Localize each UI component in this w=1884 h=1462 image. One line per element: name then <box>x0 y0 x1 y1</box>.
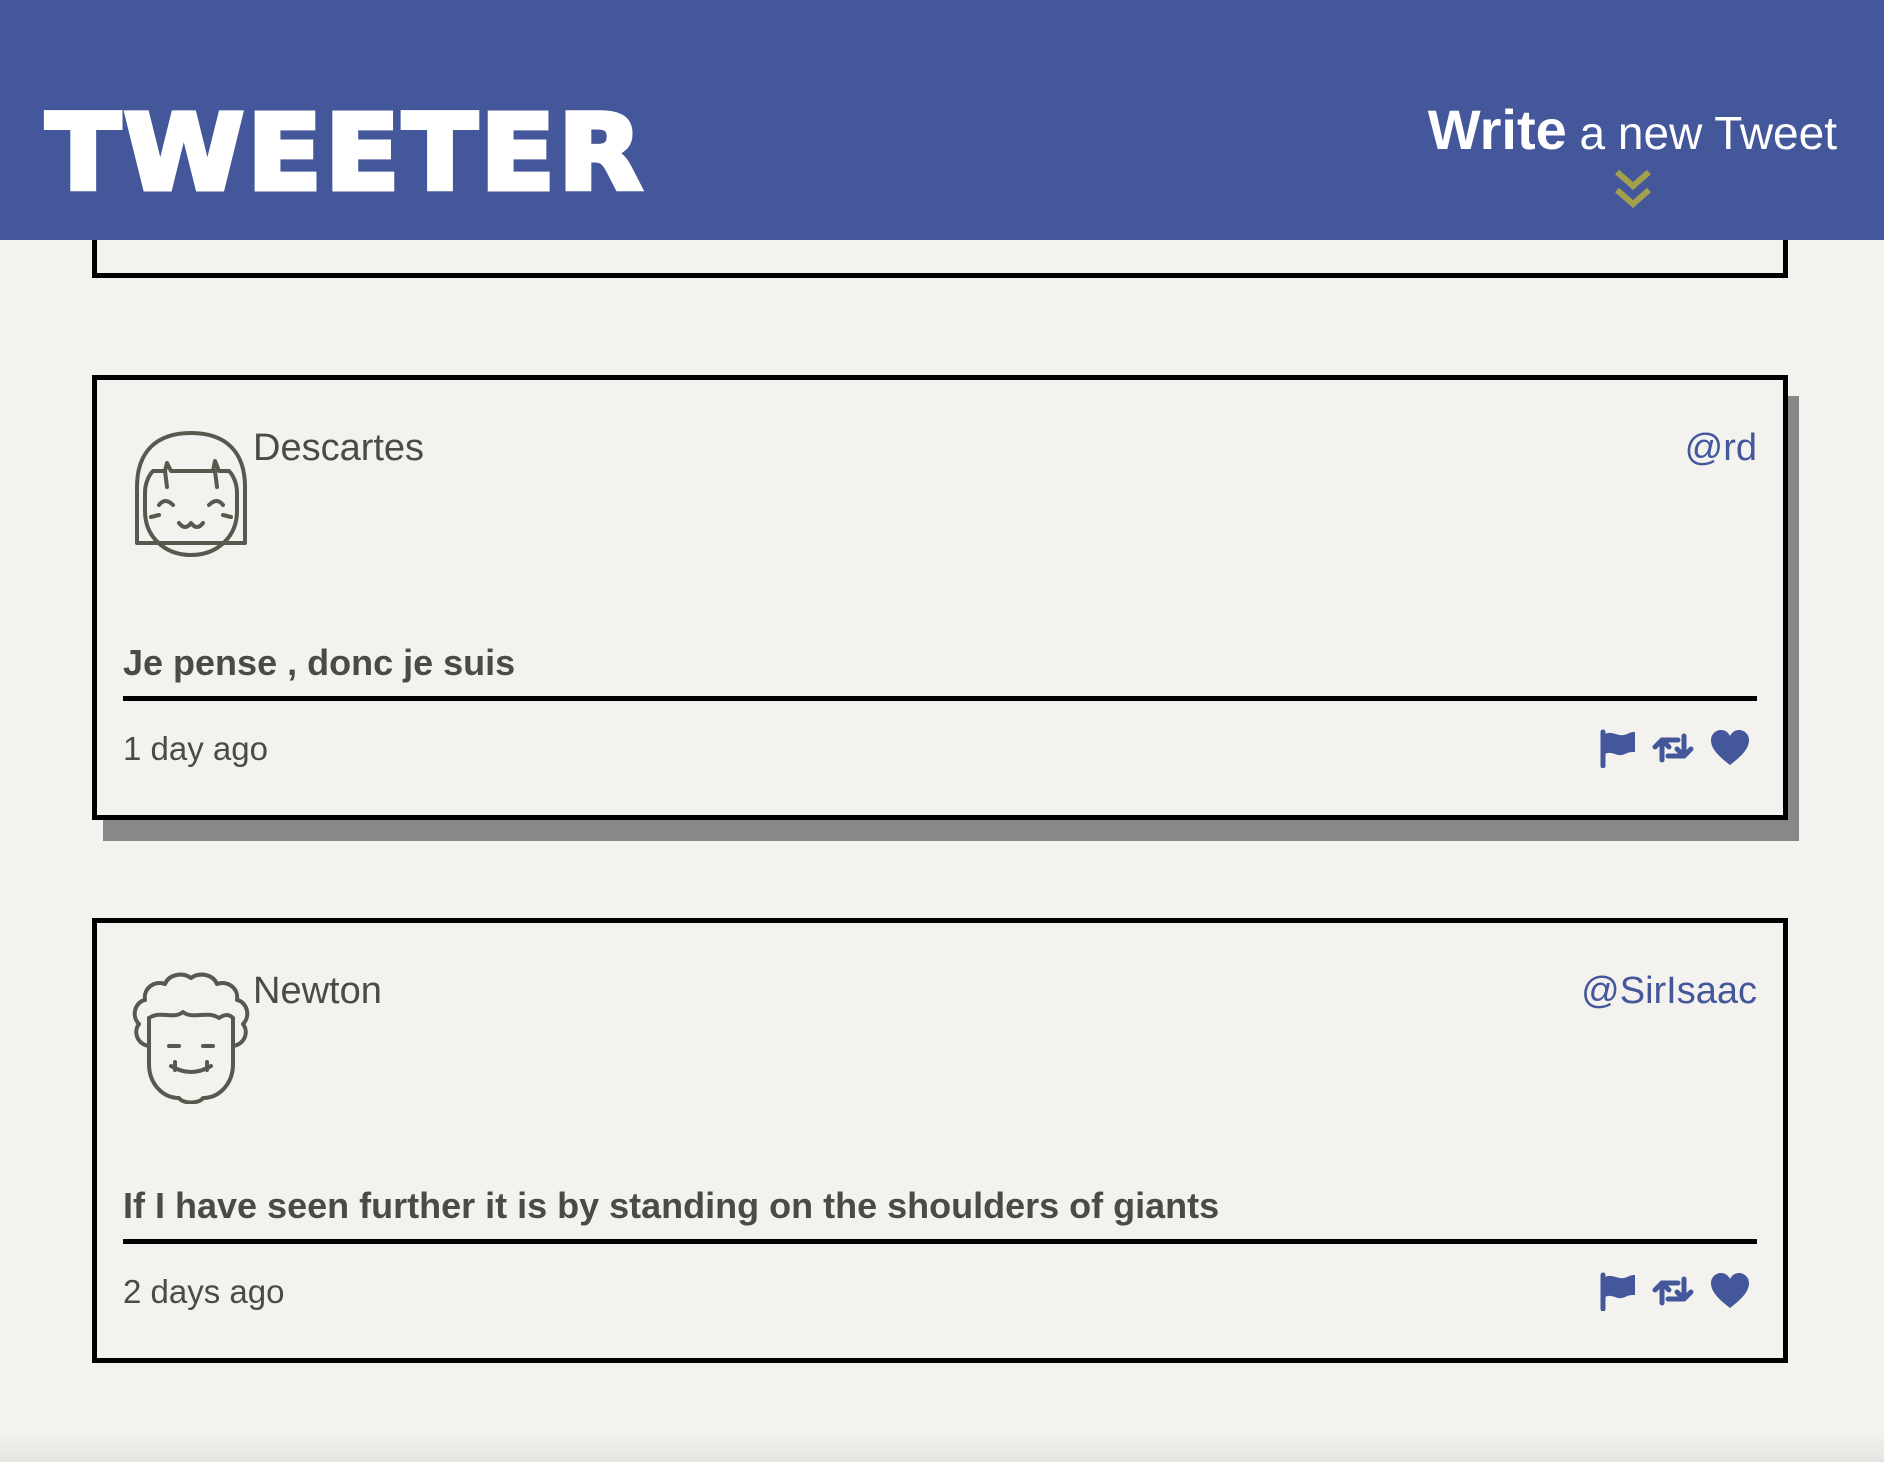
double-chevron-down-icon[interactable] <box>1611 168 1655 212</box>
tweet-actions <box>1597 728 1753 770</box>
tweet-author-handle[interactable]: @rd <box>1685 424 1757 472</box>
tweet-timestamp: 1 day ago <box>123 730 268 767</box>
heart-icon[interactable] <box>1709 1271 1751 1311</box>
tweet-content: If I have seen further it is by standing… <box>123 1181 1757 1244</box>
page-bottom-edge <box>0 1432 1884 1462</box>
tweet-actions <box>1597 1271 1753 1313</box>
curly-hair-face-icon <box>132 972 250 1104</box>
girl-face-icon <box>135 431 247 557</box>
tweet-author-name: Newton <box>253 970 382 1012</box>
app-logo-title[interactable]: TWEETER <box>43 88 645 218</box>
flag-icon[interactable] <box>1597 1271 1639 1311</box>
tweet-card: Newton @SirIsaac If I have seen further … <box>92 918 1788 1363</box>
flag-icon[interactable] <box>1597 728 1639 768</box>
tweet-content: Je pense , donc je suis <box>123 638 1757 701</box>
heart-icon[interactable] <box>1709 728 1751 768</box>
tweet-timestamp: 2 days ago <box>123 1273 285 1310</box>
tweet-card: Descartes @rd Je pense , donc je suis 1 … <box>92 375 1788 820</box>
write-label-rest: a new Tweet <box>1566 107 1837 159</box>
top-navbar: TWEETER Write a new Tweet <box>0 0 1884 240</box>
tweet-author-handle[interactable]: @SirIsaac <box>1581 967 1757 1015</box>
write-new-tweet-toggle[interactable]: Write a new Tweet <box>1417 94 1837 216</box>
write-label-strong: Write <box>1427 98 1567 161</box>
tweet-author-name: Descartes <box>253 427 425 469</box>
retweet-icon[interactable] <box>1652 1271 1694 1311</box>
retweet-icon[interactable] <box>1652 728 1694 768</box>
